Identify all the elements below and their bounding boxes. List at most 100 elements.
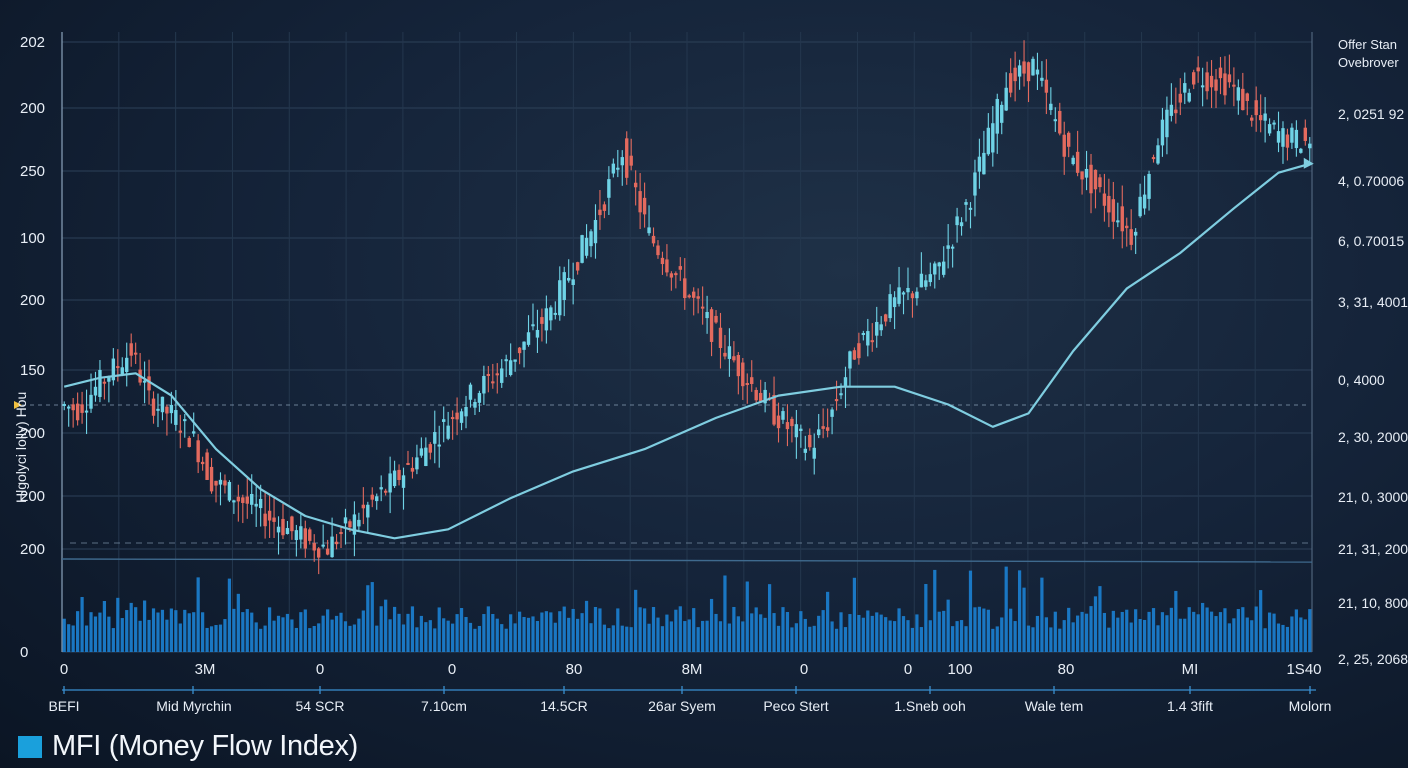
volume-bar bbox=[986, 609, 990, 652]
volume-bar bbox=[830, 621, 834, 652]
candle-down bbox=[656, 245, 660, 256]
volume-bar bbox=[602, 624, 607, 652]
x-category-label: BEFI bbox=[48, 698, 79, 714]
volume-bar bbox=[1089, 606, 1093, 652]
candle-up bbox=[861, 333, 866, 336]
volume-bar bbox=[526, 617, 531, 652]
volume-bar bbox=[294, 627, 298, 652]
candle-up bbox=[848, 351, 852, 369]
volume-bar bbox=[500, 624, 504, 652]
volume-bar bbox=[598, 608, 602, 652]
candle-up bbox=[508, 360, 513, 375]
candle-up bbox=[67, 406, 71, 409]
volume-bar bbox=[1276, 623, 1281, 652]
candle-down bbox=[1075, 151, 1080, 173]
right-legend: Offer Stan Ovebrover bbox=[1338, 36, 1399, 72]
volume-bar bbox=[419, 615, 423, 652]
volume-bar bbox=[178, 623, 182, 652]
volume-bar bbox=[759, 614, 763, 652]
candle-down bbox=[736, 355, 741, 377]
volume-bar bbox=[428, 620, 432, 652]
candle-down bbox=[638, 191, 642, 213]
volume-bar bbox=[772, 613, 776, 652]
volume-bar bbox=[473, 628, 477, 652]
volume-bar bbox=[93, 616, 98, 652]
right-axis: 2, 0251 92 4, 0.70006 6, 0.70015 3, 31, 400… bbox=[1338, 106, 1408, 667]
volume-bar bbox=[384, 599, 388, 652]
candle-down bbox=[1285, 134, 1290, 148]
candle-up bbox=[1040, 77, 1044, 81]
volume-bar bbox=[214, 625, 218, 652]
volume-bar bbox=[517, 611, 522, 652]
candle-down bbox=[1250, 117, 1254, 121]
candle-up bbox=[522, 341, 526, 350]
candle-up bbox=[562, 272, 566, 300]
volume-bar bbox=[540, 612, 544, 652]
candle-up bbox=[584, 237, 589, 256]
volume-bar bbox=[1281, 624, 1285, 652]
volume-bar bbox=[1174, 590, 1178, 652]
candle-down bbox=[241, 497, 245, 504]
candle-up bbox=[817, 429, 821, 436]
x-axis: 0 3M 0 0 80 8M 0 0 100 80 MI 1S40 bbox=[60, 661, 1322, 678]
volume-bar bbox=[1178, 618, 1182, 652]
candle-down bbox=[1026, 62, 1031, 82]
candle-up bbox=[1004, 87, 1008, 111]
volume-bar bbox=[98, 612, 102, 652]
volume-bar bbox=[1245, 617, 1249, 652]
volume-bar bbox=[1201, 602, 1205, 652]
candle-up bbox=[1290, 127, 1294, 143]
candle-down bbox=[629, 155, 633, 166]
volume-bar bbox=[906, 620, 910, 652]
right-tick-label: 2, 0251 92 bbox=[1338, 106, 1404, 122]
volume-bar bbox=[982, 608, 986, 652]
candle-up bbox=[120, 367, 124, 375]
volume-bar bbox=[1142, 619, 1147, 652]
candle-down bbox=[732, 356, 736, 361]
volume-bar bbox=[308, 628, 312, 652]
volume-bar bbox=[754, 607, 758, 652]
candle-up bbox=[107, 377, 111, 382]
candle-up bbox=[98, 369, 102, 397]
x-tick-label: 8M bbox=[682, 661, 703, 678]
x-tick-label: 0 bbox=[800, 661, 808, 678]
y-tick-label: 100 bbox=[20, 230, 45, 247]
x-tick-label: 3M bbox=[195, 661, 216, 678]
candle-down bbox=[696, 296, 700, 299]
volume-bar bbox=[1303, 619, 1307, 652]
candle-up bbox=[294, 530, 299, 541]
candle-down bbox=[450, 417, 455, 420]
volume-bar bbox=[1120, 611, 1124, 652]
x-tick-label: 0 bbox=[904, 661, 912, 678]
candle-up bbox=[227, 481, 232, 501]
x-category-label: 14.5CR bbox=[540, 698, 587, 714]
volume-bar bbox=[267, 607, 272, 652]
volume-bar bbox=[1232, 618, 1236, 652]
candle-up bbox=[933, 263, 937, 275]
volume-bar bbox=[196, 577, 200, 652]
candle-up bbox=[415, 457, 419, 470]
candle-up bbox=[1147, 173, 1151, 199]
volume-bar bbox=[924, 584, 928, 652]
candle-down bbox=[455, 412, 459, 420]
candle-up bbox=[62, 403, 66, 406]
volume-bar bbox=[946, 599, 950, 652]
candle-down bbox=[1125, 225, 1129, 229]
candle-down bbox=[71, 404, 75, 411]
candle-up bbox=[1187, 92, 1191, 102]
candle-up bbox=[1142, 194, 1147, 209]
candle-up bbox=[968, 207, 973, 210]
volume-bar bbox=[558, 611, 562, 652]
x-category-label: 1.4 3fift bbox=[1167, 698, 1213, 714]
candle-down bbox=[1013, 67, 1017, 82]
volume-bar bbox=[674, 609, 678, 652]
candle-down bbox=[870, 340, 874, 343]
volume-bar bbox=[723, 575, 727, 652]
candle-down bbox=[1223, 73, 1227, 96]
candle-down bbox=[1209, 75, 1214, 88]
volume-bar bbox=[875, 612, 879, 652]
candle-down bbox=[692, 291, 696, 298]
volume-bar bbox=[84, 625, 89, 652]
candle-up bbox=[1299, 148, 1303, 153]
candle-down bbox=[852, 350, 857, 360]
